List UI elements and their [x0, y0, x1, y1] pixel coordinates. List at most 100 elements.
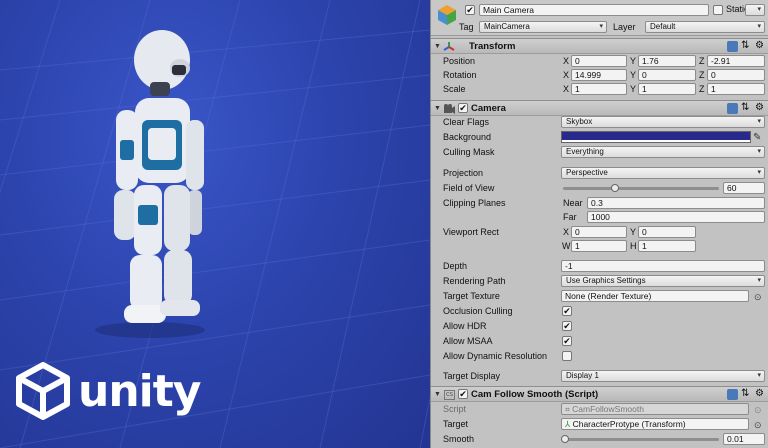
scale-row: Scale X 1 Y 1 Z 1: [431, 82, 768, 96]
camera-title: Camera: [471, 103, 506, 114]
fov-row: Field of View 60: [431, 181, 768, 195]
rotation-row: Rotation X 14.999 Y 0 Z 0: [431, 68, 768, 82]
script-label: Script: [443, 404, 467, 414]
transform-title: Transform: [469, 41, 516, 52]
layer-label: Layer: [613, 22, 636, 32]
position-x-field[interactable]: 0: [571, 55, 627, 67]
smooth-slider-thumb[interactable]: [561, 435, 569, 443]
clipping-planes-label: Clipping Planes: [443, 198, 506, 208]
target-texture-field[interactable]: None (Render Texture): [561, 290, 749, 302]
scale-y-field[interactable]: 1: [638, 83, 696, 95]
unity-wordmark: unity: [78, 365, 201, 417]
target-field[interactable]: ⅄ CharacterProtype (Transform): [561, 418, 749, 430]
dynamic-resolution-row: Allow Dynamic Resolution: [431, 349, 768, 363]
axis-y-label: Y: [630, 56, 637, 66]
rotation-z-field[interactable]: 0: [707, 69, 765, 81]
character-robot[interactable]: [90, 20, 230, 340]
transform-icon: ⅄: [565, 419, 571, 429]
clear-flags-dropdown[interactable]: Skybox ▾: [561, 116, 765, 128]
viewport-w-field[interactable]: 1: [571, 240, 627, 252]
near-field[interactable]: 0.3: [587, 197, 765, 209]
foldout-arrow-icon[interactable]: ▼: [434, 391, 441, 398]
scale-z-field[interactable]: 1: [707, 83, 765, 95]
eyedropper-icon[interactable]: ✎: [753, 131, 761, 145]
smooth-row: Smooth 0.01: [431, 432, 768, 446]
help-icon[interactable]: [727, 389, 738, 400]
projection-label: Projection: [443, 168, 484, 178]
background-color-swatch[interactable]: [561, 131, 751, 143]
cam-follow-header[interactable]: ▼ cs ✔ Cam Follow Smooth (Script) ⇅ ⚙: [431, 386, 768, 402]
scene-view[interactable]: unity: [0, 0, 430, 448]
foldout-arrow-icon[interactable]: ▼: [434, 105, 441, 112]
gear-icon[interactable]: ⚙: [755, 389, 766, 400]
position-row: Position X 0 Y 1.76 Z -2.91: [431, 54, 768, 68]
unity-logo: unity: [14, 362, 201, 420]
help-icon[interactable]: [727, 41, 738, 52]
gear-icon[interactable]: ⚙: [755, 103, 766, 114]
axis-x-label: X: [563, 227, 570, 237]
rendering-path-dropdown[interactable]: Use Graphics Settings ▾: [561, 275, 765, 287]
msaa-row: Allow MSAA ✔: [431, 334, 768, 348]
scale-x-field[interactable]: 1: [571, 83, 627, 95]
fov-slider-thumb[interactable]: [611, 184, 620, 192]
target-display-dropdown[interactable]: Display 1 ▾: [561, 370, 765, 382]
occlusion-culling-checkbox[interactable]: ✔: [562, 306, 572, 316]
allow-msaa-checkbox[interactable]: ✔: [562, 336, 572, 346]
target-display-row: Target Display Display 1 ▾: [431, 369, 768, 383]
smooth-slider-track[interactable]: [563, 438, 719, 441]
axis-x-label: X: [563, 70, 570, 80]
allow-hdr-label: Allow HDR: [443, 321, 487, 331]
axis-z-label: Z: [699, 84, 705, 94]
clipping-far-row: Far 1000: [431, 210, 768, 224]
rendering-path-row: Rendering Path Use Graphics Settings ▾: [431, 274, 768, 288]
gameobject-active-checkbox[interactable]: ✔: [465, 5, 475, 15]
axis-h-label: H: [630, 241, 637, 251]
tag-dropdown[interactable]: MainCamera ▾: [479, 21, 607, 33]
depth-field[interactable]: -1: [561, 260, 765, 272]
projection-dropdown[interactable]: Perspective ▾: [561, 167, 765, 179]
static-checkbox[interactable]: [713, 5, 723, 15]
gameobject-name-field[interactable]: Main Camera: [479, 4, 709, 16]
foldout-arrow-icon[interactable]: ▼: [434, 43, 441, 50]
viewport-xy-row: Viewport Rect X 0 Y 0: [431, 225, 768, 239]
static-dropdown[interactable]: ▾: [745, 4, 765, 16]
position-z-field[interactable]: -2.91: [707, 55, 765, 67]
cam-follow-enabled-checkbox[interactable]: ✔: [458, 389, 468, 399]
occlusion-culling-label: Occlusion Culling: [443, 306, 513, 316]
object-picker-icon[interactable]: ⊙: [754, 418, 762, 432]
viewport-rect-label: Viewport Rect: [443, 227, 499, 237]
rotation-y-field[interactable]: 0: [638, 69, 696, 81]
smooth-field[interactable]: 0.01: [723, 433, 765, 445]
viewport-x-field[interactable]: 0: [571, 226, 627, 238]
presets-icon[interactable]: ⇅: [741, 103, 752, 114]
presets-icon[interactable]: ⇅: [741, 41, 752, 52]
culling-mask-dropdown[interactable]: Everything ▾: [561, 146, 765, 158]
camera-header[interactable]: ▼ ✔ Camera ⇅ ⚙: [431, 100, 768, 116]
transform-header[interactable]: ▼ Transform ⇅ ⚙: [431, 38, 768, 54]
viewport-y-field[interactable]: 0: [638, 226, 696, 238]
fov-slider-track[interactable]: [563, 187, 719, 190]
position-y-field[interactable]: 1.76: [638, 55, 696, 67]
gear-icon[interactable]: ⚙: [755, 41, 766, 52]
help-icon[interactable]: [727, 103, 738, 114]
camera-enabled-checkbox[interactable]: ✔: [458, 103, 468, 113]
axis-x-label: X: [563, 56, 570, 66]
hdr-row: Allow HDR ✔: [431, 319, 768, 333]
axis-y-label: Y: [630, 84, 637, 94]
object-picker-icon: ⊙: [754, 405, 762, 415]
axis-y-label: Y: [630, 227, 637, 237]
object-picker-icon[interactable]: ⊙: [754, 290, 762, 304]
layer-dropdown[interactable]: Default ▾: [645, 21, 765, 33]
viewport-h-field[interactable]: 1: [638, 240, 696, 252]
allow-dynamic-resolution-checkbox[interactable]: [562, 351, 572, 361]
projection-row: Projection Perspective ▾: [431, 166, 768, 180]
axis-y-label: Y: [630, 70, 637, 80]
clipping-near-row: Clipping Planes Near 0.3: [431, 196, 768, 210]
far-field[interactable]: 1000: [587, 211, 765, 223]
culling-mask-row: Culling Mask Everything ▾: [431, 145, 768, 159]
allow-hdr-checkbox[interactable]: ✔: [562, 321, 572, 331]
presets-icon[interactable]: ⇅: [741, 389, 752, 400]
rotation-x-field[interactable]: 14.999: [571, 69, 627, 81]
fov-field[interactable]: 60: [723, 182, 765, 194]
allow-dynamic-resolution-label: Allow Dynamic Resolution: [443, 351, 548, 361]
